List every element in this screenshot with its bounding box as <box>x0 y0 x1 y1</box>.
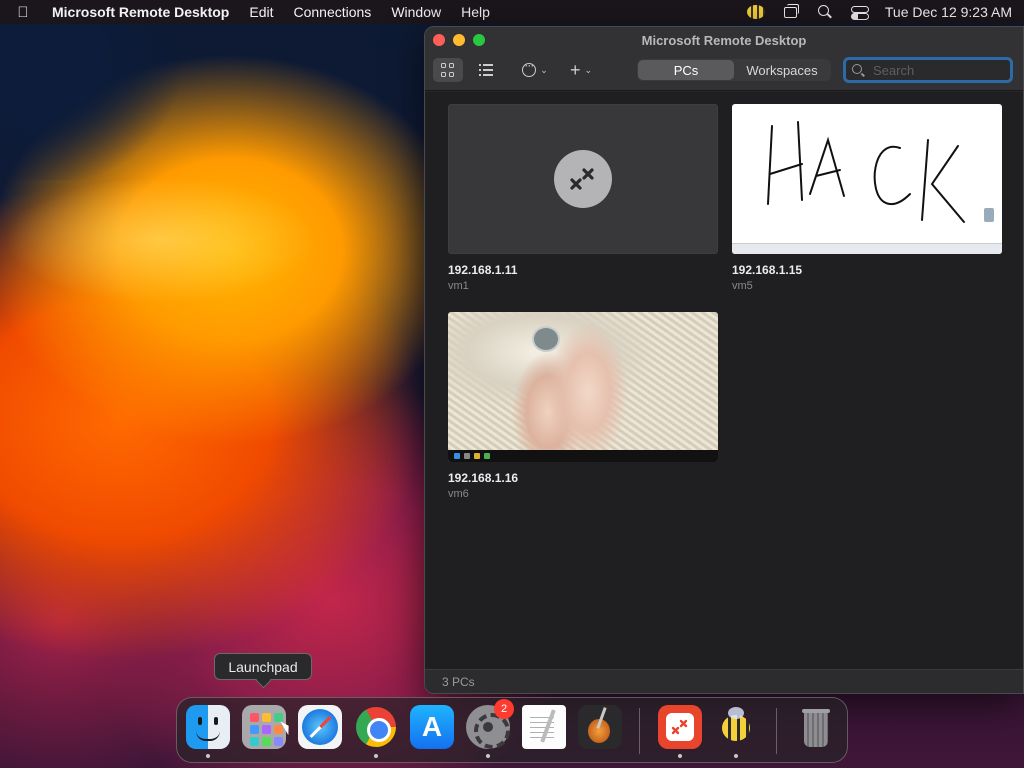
menu-app-name[interactable]: Microsoft Remote Desktop <box>52 4 229 20</box>
grid-view-button[interactable] <box>433 58 463 82</box>
bee-icon[interactable] <box>714 705 758 758</box>
pc-card-vm6[interactable]: 192.168.1.16 vm6 <box>448 312 718 500</box>
pc-grid: 192.168.1.11 vm1 192.168.1.15 vm5 192.16… <box>425 92 1023 669</box>
launchpad-icon[interactable] <box>242 705 286 749</box>
pc-thumbnail[interactable] <box>732 104 1002 254</box>
chevron-down-icon: ⌄ <box>540 64 548 75</box>
window-toolbar: ⌄ + ⌄ PCs Workspaces <box>433 56 1013 84</box>
pcs-workspaces-switch: PCs Workspaces <box>637 59 831 81</box>
tab-workspaces[interactable]: Workspaces <box>734 60 830 80</box>
ellipsis-circle-icon <box>522 58 537 77</box>
window-titlebar: Microsoft Remote Desktop ⌄ + ⌄ PCs Works… <box>425 27 1023 91</box>
pc-address: 192.168.1.11 <box>448 263 518 277</box>
remote-desktop-window: Microsoft Remote Desktop ⌄ + ⌄ PCs Works… <box>424 26 1024 694</box>
status-bar: 3 PCs <box>425 669 1023 693</box>
menu-edit[interactable]: Edit <box>249 4 273 20</box>
menu-connections[interactable]: Connections <box>293 4 371 20</box>
tab-pcs[interactable]: PCs <box>638 60 734 80</box>
list-view-icon <box>479 64 493 76</box>
settings-icon[interactable]: 2 <box>466 699 514 758</box>
search-field[interactable] <box>843 57 1013 83</box>
control-center-icon[interactable] <box>850 4 869 20</box>
grid-view-icon <box>441 63 455 77</box>
pc-card-vm5[interactable]: 192.168.1.15 vm5 <box>732 104 1002 292</box>
dock-separator <box>776 708 777 754</box>
app-store-icon[interactable] <box>410 705 454 749</box>
dock: 2 <box>176 697 848 763</box>
pc-card-vm1[interactable]: 192.168.1.11 vm1 <box>448 104 718 292</box>
apple-logo-icon[interactable]:  <box>12 4 34 21</box>
list-view-button[interactable] <box>471 58 501 82</box>
add-button[interactable]: + ⌄ <box>563 58 599 82</box>
hack-drawing <box>767 121 965 223</box>
pc-name: vm5 <box>732 280 753 292</box>
chrome-icon[interactable] <box>354 705 398 758</box>
search-icon <box>852 63 865 77</box>
photo-badge <box>532 326 560 352</box>
notification-badge: 2 <box>494 699 514 719</box>
search-icon[interactable] <box>817 4 833 20</box>
window-title: Microsoft Remote Desktop <box>641 33 807 48</box>
garageband-icon[interactable] <box>578 705 622 749</box>
pc-name: vm6 <box>448 488 469 500</box>
remote-taskbar <box>448 450 718 462</box>
dock-separator <box>639 708 640 754</box>
pc-count: 3 PCs <box>442 674 475 689</box>
screens-icon[interactable] <box>783 4 799 20</box>
more-actions-button[interactable]: ⌄ <box>515 58 555 82</box>
pc-thumbnail[interactable] <box>448 312 718 462</box>
menu-clock[interactable]: Tue Dec 12 9:23 AM <box>885 4 1012 20</box>
menu-help[interactable]: Help <box>461 4 490 20</box>
pc-name: vm1 <box>448 280 469 292</box>
menu-bar:  Microsoft Remote Desktop Edit Connecti… <box>0 0 1024 24</box>
recycle-bin-icon <box>984 208 994 222</box>
pc-thumbnail[interactable] <box>448 104 718 254</box>
plus-icon: + <box>569 60 581 80</box>
chevron-down-icon: ⌄ <box>584 64 593 75</box>
remote-taskbar <box>732 243 1002 254</box>
textedit-icon[interactable] <box>522 705 566 749</box>
safari-icon[interactable] <box>298 705 342 749</box>
pc-address: 192.168.1.15 <box>732 263 803 277</box>
finder-icon[interactable] <box>186 705 230 758</box>
pc-address: 192.168.1.16 <box>448 471 519 485</box>
bee-icon[interactable] <box>746 5 765 19</box>
menu-window[interactable]: Window <box>391 4 441 20</box>
search-input[interactable] <box>873 62 1003 78</box>
remote-desktop-logo-icon <box>554 150 612 208</box>
trash-icon[interactable] <box>794 705 838 749</box>
dock-tooltip: Launchpad <box>214 653 312 680</box>
remote-desktop-icon[interactable] <box>658 705 702 758</box>
